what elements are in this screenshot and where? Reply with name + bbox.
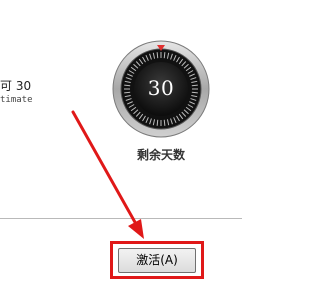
dial-tick	[163, 119, 166, 126]
dial-tick	[156, 119, 159, 126]
edition-text: timate	[0, 95, 33, 105]
days-remaining-dial: 30	[112, 40, 210, 138]
activate-button[interactable]: 激活(A)	[118, 248, 196, 273]
footer-divider	[0, 218, 242, 219]
days-remaining-label: 剩余天数	[136, 148, 185, 162]
trial-expiry-panel: 可 30 timate 30 剩余天数 激活(A)	[0, 0, 242, 288]
dial-tick	[156, 52, 159, 59]
days-remaining-number: 30	[147, 76, 175, 100]
trial-days-text: 可 30	[0, 79, 32, 93]
dial-tick	[163, 52, 166, 59]
